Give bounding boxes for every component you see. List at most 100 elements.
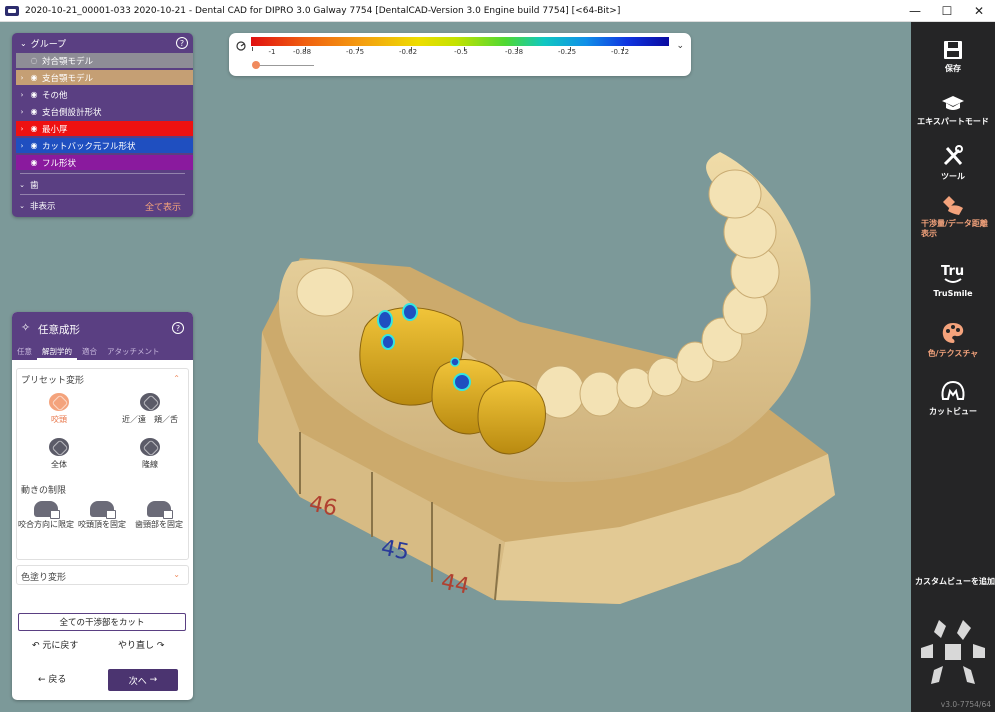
maximize-button[interactable]: ☐ bbox=[931, 0, 963, 22]
cut-view-button[interactable]: カットビュー bbox=[911, 379, 995, 417]
show-all-link[interactable]: 全て表示 bbox=[145, 200, 181, 213]
limit-label: 歯頸部を固定 bbox=[135, 520, 183, 529]
hidden-eye-icon[interactable]: ◌ bbox=[28, 56, 40, 65]
chevron-right-icon[interactable]: › bbox=[16, 142, 28, 150]
eye-icon[interactable]: ◉ bbox=[28, 107, 40, 116]
chevron-up-icon[interactable]: ⌃ bbox=[173, 374, 180, 383]
gauge-icon[interactable] bbox=[236, 41, 246, 51]
help-icon[interactable]: ? bbox=[172, 322, 184, 334]
tooth-number-44: 44 bbox=[439, 569, 472, 599]
mesial-distal-icon bbox=[140, 393, 160, 411]
color-texture-label: 色/テクスチャ bbox=[927, 349, 979, 358]
eye-icon[interactable]: ◉ bbox=[28, 90, 40, 99]
preset-label: 近／遠 頬／舌 bbox=[122, 415, 178, 424]
version-label: v3.0-7754/64 bbox=[940, 700, 991, 709]
redo-button[interactable]: やり直し ↷ bbox=[118, 638, 164, 651]
group-row-label: 支台顎モデル bbox=[42, 73, 94, 84]
color-texture-button[interactable]: 色/テクスチャ bbox=[911, 321, 995, 359]
save-icon bbox=[944, 41, 962, 59]
trusmile-button[interactable]: Tru TruSmile bbox=[911, 262, 995, 298]
tooth-number-45: 45 bbox=[379, 535, 412, 565]
arrow-left-icon: ← bbox=[38, 675, 49, 685]
limit-label: 咬頭頂を固定 bbox=[78, 520, 126, 529]
tab-free[interactable]: 任意 bbox=[12, 344, 37, 360]
eye-icon[interactable]: ◉ bbox=[28, 141, 40, 150]
scale-slider-knob[interactable] bbox=[252, 61, 260, 69]
eye-icon[interactable]: ◉ bbox=[28, 73, 40, 82]
group-header[interactable]: ⌄ グループ ? bbox=[12, 33, 193, 53]
scale-label: -0.12 bbox=[610, 48, 630, 56]
lock-icon bbox=[147, 501, 173, 519]
close-button[interactable]: ✕ bbox=[963, 0, 995, 22]
back-button[interactable]: ← 戻る bbox=[38, 672, 66, 685]
cut-all-interference-button[interactable]: 全ての干渉部をカット bbox=[18, 613, 186, 631]
preset-ridge[interactable]: 隆線 bbox=[125, 438, 175, 470]
group-row-other[interactable]: › ◉ その他 bbox=[16, 87, 193, 102]
graduation-cap-icon bbox=[942, 96, 964, 110]
color-deform-section[interactable]: 色塗り変形 ⌄ bbox=[16, 565, 189, 585]
group-row-die-design[interactable]: › ◉ 支台側設計形状 bbox=[16, 104, 193, 119]
chevron-down-icon[interactable]: ⌄ bbox=[676, 41, 684, 51]
limit-fix-cervical[interactable]: 歯頸部を固定 bbox=[131, 501, 187, 530]
color-scale-panel: -1 -0.88 -0.75 -0.62 -0.5 -0.38 -0.25 -0… bbox=[229, 33, 691, 76]
scale-label: -0.88 bbox=[292, 48, 312, 56]
lock-icon bbox=[90, 501, 116, 519]
color-scale-bar bbox=[251, 37, 669, 46]
scale-label: -1 bbox=[268, 48, 276, 56]
scale-label: -0.5 bbox=[454, 48, 468, 56]
free-forming-panel: ✧ 任意成形 ? 任意 解剖学的 適合 アタッチメント プリセット変形 ⌃ 咬頭… bbox=[12, 312, 193, 700]
trusmile-icon: Tru bbox=[941, 264, 964, 283]
undo-label: 元に戻す bbox=[42, 641, 79, 651]
cut-view-label: カットビュー bbox=[929, 407, 977, 416]
group-row-cutback-full[interactable]: › ◉ カットバック元フル形状 bbox=[16, 138, 193, 153]
chevron-down-icon[interactable]: ⌄ bbox=[16, 181, 28, 189]
free-forming-header: ✧ 任意成形 ? 任意 解剖学的 適合 アタッチメント bbox=[12, 312, 193, 360]
chevron-right-icon[interactable]: › bbox=[16, 125, 28, 133]
chevron-right-icon[interactable]: › bbox=[16, 74, 28, 82]
tools-button[interactable]: ツール bbox=[911, 144, 995, 182]
svg-text:Tru: Tru bbox=[941, 264, 964, 279]
contact-spot-3 bbox=[381, 334, 395, 350]
preset-label: 咬頭 bbox=[51, 415, 67, 424]
group-row-die-jaw[interactable]: › ◉ 支台顎モデル bbox=[16, 70, 193, 85]
eye-icon[interactable]: ◉ bbox=[28, 158, 40, 167]
add-custom-view-button[interactable]: カスタムビューを追加 bbox=[915, 577, 995, 587]
help-icon[interactable]: ? bbox=[176, 37, 188, 49]
preset-cusp[interactable]: 咬頭 bbox=[34, 393, 84, 425]
preset-mesial-distal[interactable]: 近／遠 頬／舌 bbox=[115, 393, 185, 425]
chevron-right-icon[interactable]: › bbox=[16, 108, 28, 116]
minimize-button[interactable]: — bbox=[899, 0, 931, 22]
chevron-down-icon[interactable]: ⌄ bbox=[173, 570, 180, 579]
expert-mode-button[interactable]: エキスパートモード bbox=[911, 95, 995, 127]
scale-label: -0.62 bbox=[398, 48, 418, 56]
chevron-down-icon[interactable]: ⌄ bbox=[16, 202, 28, 210]
contact-spot-4 bbox=[453, 373, 471, 391]
crown-44[interactable] bbox=[477, 380, 546, 455]
tab-fit[interactable]: 適合 bbox=[77, 344, 102, 360]
group-row-min-thickness[interactable]: › ◉ 最小厚 bbox=[16, 121, 193, 136]
limit-fix-cusp-tip[interactable]: 咬頭頂を固定 bbox=[74, 501, 130, 530]
group-row-tooth[interactable]: ⌄ 歯 bbox=[16, 177, 193, 192]
preset-whole[interactable]: 全体 bbox=[34, 438, 84, 470]
contact-spot-5 bbox=[450, 357, 460, 367]
next-button[interactable]: 次へ → bbox=[108, 669, 178, 691]
group-row-opposing-jaw[interactable]: ◌ 対合顎モデル bbox=[16, 53, 193, 68]
group-row-full-shape[interactable]: ◉ フル形状 bbox=[16, 155, 193, 170]
eye-icon[interactable]: ◉ bbox=[28, 124, 40, 133]
limit-occlusal-direction[interactable]: 咬合方向に限定 bbox=[18, 501, 74, 530]
chevron-right-icon[interactable]: › bbox=[16, 91, 28, 99]
redo-label: やり直し bbox=[118, 641, 155, 651]
tab-attachment[interactable]: アタッチメント bbox=[102, 344, 165, 360]
save-button[interactable]: 保存 bbox=[911, 40, 995, 74]
cut-view-icon bbox=[941, 380, 965, 400]
tab-anatomical[interactable]: 解剖学的 bbox=[37, 344, 77, 360]
view-cube-icon[interactable] bbox=[919, 618, 987, 688]
ridge-icon bbox=[140, 438, 160, 456]
preset-label: 全体 bbox=[51, 460, 67, 469]
preset-section: プリセット変形 ⌃ 咬頭 近／遠 頬／舌 全体 隆線 動きの制限 咬合方向に限定… bbox=[16, 368, 189, 560]
undo-button[interactable]: ↶ 元に戻す bbox=[32, 638, 78, 651]
distance-display-button[interactable]: 干渉量/データ距離表示 bbox=[911, 194, 995, 238]
arrow-right-icon: → bbox=[146, 675, 158, 685]
limit-title: 動きの制限 bbox=[21, 486, 67, 496]
window-title: 2020-10-21_00001-033 2020-10-21 - Dental… bbox=[25, 5, 621, 16]
